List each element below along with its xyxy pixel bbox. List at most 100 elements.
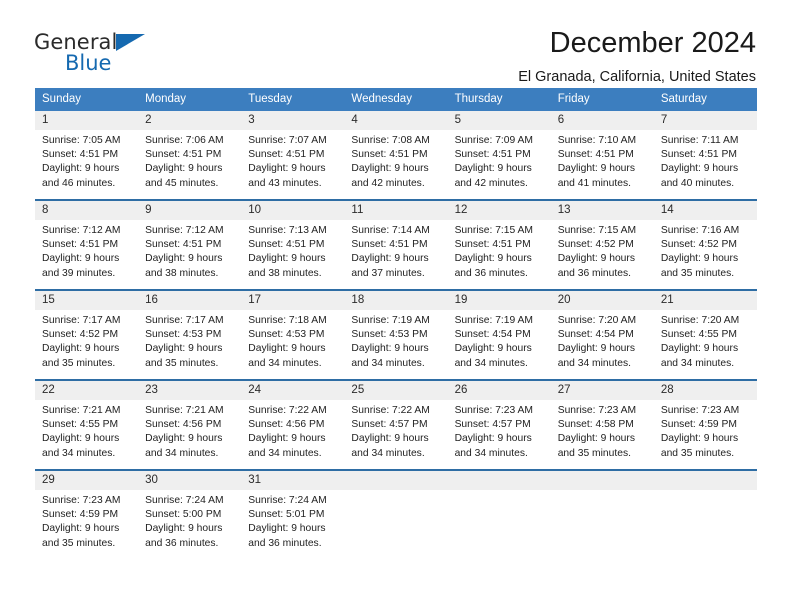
calendar-day[interactable]: 25 Sunrise: 7:22 AM Sunset: 4:57 PM Dayligh… [344,381,448,469]
calendar-day[interactable]: 22 Sunrise: 7:21 AM Sunset: 4:55 PM Dayligh… [35,381,139,469]
calendar-day[interactable]: 8 Sunrise: 7:12 AM Sunset: 4:51 PM Daylight… [35,201,139,289]
day-details: Sunrise: 7:11 AM Sunset: 4:51 PM Daylight:… [654,130,757,191]
calendar-day[interactable]: 20 Sunrise: 7:20 AM Sunset: 4:54 PM Dayligh… [550,291,654,379]
calendar-week-row: 1 Sunrise: 7:05 AM Sunset: 4:51 PM Daylight… [35,111,757,200]
sunrise-time: Sunrise: 7:21 AM [42,405,121,416]
calendar-day[interactable]: 3 Sunrise: 7:07 AM Sunset: 4:51 PM Daylight… [241,111,345,199]
day-details: Sunrise: 7:24 AM Sunset: 5:01 PM Daylight:… [241,490,344,551]
general-blue-logo[interactable]: General Blue [34,28,164,78]
sunset-time: Sunset: 4:59 PM [42,509,119,521]
calendar-day[interactable]: 21 Sunrise: 7:20 AM Sunset: 4:55 PM Dayligh… [653,291,757,379]
calendar-day[interactable]: 5 Sunrise: 7:09 AM Sunset: 4:51 PM Daylight… [447,111,551,199]
daylight-line-1: Daylight: 9 hours [557,343,635,355]
calendar-cell: 17 Sunrise: 7:18 AM Sunset: 4:53 PM Dayligh… [241,289,345,380]
daylight-line-2: and 39 minutes. [42,267,116,279]
day-number: 5 [447,111,551,130]
calendar-day[interactable]: 31 Sunrise: 7:24 AM Sunset: 5:01 PM Dayligh… [241,471,345,559]
day-details: Sunrise: 7:08 AM Sunset: 4:51 PM Daylight:… [344,130,447,191]
calendar-day[interactable]: 19 Sunrise: 7:19 AM Sunset: 4:54 PM Dayligh… [447,291,551,379]
calendar-day[interactable]: 11 Sunrise: 7:14 AM Sunset: 4:51 PM Dayligh… [344,201,448,289]
calendar-cell [447,469,551,559]
sunrise-time: Sunrise: 7:24 AM [248,495,327,506]
calendar-day[interactable]: 17 Sunrise: 7:18 AM Sunset: 4:53 PM Dayligh… [241,291,345,379]
day-details: Sunrise: 7:12 AM Sunset: 4:51 PM Daylight:… [35,220,138,281]
calendar-day[interactable]: 4 Sunrise: 7:08 AM Sunset: 4:51 PM Daylight… [344,111,448,199]
sunrise-time: Sunrise: 7:22 AM [248,405,327,416]
calendar-day[interactable]: 24 Sunrise: 7:22 AM Sunset: 4:56 PM Dayligh… [241,381,345,469]
calendar-page: General Blue December 2024 El Granada, C… [0,0,792,612]
sunrise-time: Sunrise: 7:14 AM [351,225,430,236]
sunset-time: Sunset: 4:51 PM [660,149,737,161]
calendar-day[interactable]: 9 Sunrise: 7:12 AM Sunset: 4:51 PM Daylight… [138,201,242,289]
day-details: Sunrise: 7:14 AM Sunset: 4:51 PM Daylight:… [344,220,447,281]
calendar-day[interactable]: 6 Sunrise: 7:10 AM Sunset: 4:51 PM Daylight… [550,111,654,199]
sunset-time: Sunset: 4:51 PM [145,239,222,251]
daylight-line-1: Daylight: 9 hours [660,163,739,175]
day-details: Sunrise: 7:23 AM Sunset: 4:59 PM Daylight:… [35,490,138,551]
day-details: Sunrise: 7:19 AM Sunset: 4:53 PM Daylight:… [344,310,447,371]
day-details: Sunrise: 7:15 AM Sunset: 4:52 PM Daylight:… [551,220,654,281]
calendar-day[interactable]: 2 Sunrise: 7:06 AM Sunset: 4:51 PM Daylight… [138,111,242,199]
sunrise-time: Sunrise: 7:15 AM [454,225,533,236]
page-title: December 2024 [549,27,756,59]
calendar-body: 1 Sunrise: 7:05 AM Sunset: 4:51 PM Daylight… [35,111,757,559]
calendar-day[interactable]: 27 Sunrise: 7:23 AM Sunset: 4:58 PM Dayligh… [550,381,654,469]
sunset-time: Sunset: 4:51 PM [248,149,325,161]
calendar-day[interactable]: 16 Sunrise: 7:17 AM Sunset: 4:53 PM Dayligh… [138,291,242,379]
calendar-day[interactable]: 14 Sunrise: 7:16 AM Sunset: 4:52 PM Dayligh… [653,201,757,289]
daylight-line-2: and 34 minutes. [454,357,528,369]
daylight-line-1: Daylight: 9 hours [248,523,326,535]
calendar-day[interactable]: 18 Sunrise: 7:19 AM Sunset: 4:53 PM Dayligh… [344,291,448,379]
sunset-time: Sunset: 4:56 PM [248,419,325,431]
weekday-header-friday: Friday [550,88,654,111]
sunset-time: Sunset: 4:59 PM [660,419,737,431]
calendar-cell: 14 Sunrise: 7:16 AM Sunset: 4:52 PM Dayligh… [653,199,757,290]
calendar-day[interactable]: 23 Sunrise: 7:21 AM Sunset: 4:56 PM Dayligh… [138,381,242,469]
calendar-day[interactable]: 10 Sunrise: 7:13 AM Sunset: 4:51 PM Dayligh… [241,201,345,289]
calendar-cell: 24 Sunrise: 7:22 AM Sunset: 4:56 PM Dayligh… [241,379,345,470]
calendar-cell: 25 Sunrise: 7:22 AM Sunset: 4:57 PM Dayligh… [344,379,448,470]
weekday-header-thursday: Thursday [447,88,551,111]
daylight-line-1: Daylight: 9 hours [42,433,120,445]
day-number: 10 [241,201,345,220]
calendar-cell: 19 Sunrise: 7:19 AM Sunset: 4:54 PM Dayligh… [447,289,551,380]
calendar-day[interactable]: 28 Sunrise: 7:23 AM Sunset: 4:59 PM Dayligh… [653,381,757,469]
day-number: 7 [653,111,757,130]
day-details: Sunrise: 7:22 AM Sunset: 4:56 PM Daylight:… [241,400,344,461]
day-details: Sunrise: 7:10 AM Sunset: 4:51 PM Daylight:… [551,130,654,191]
calendar-cell: 3 Sunrise: 7:07 AM Sunset: 4:51 PM Daylight… [241,111,345,200]
calendar-day[interactable]: 15 Sunrise: 7:17 AM Sunset: 4:52 PM Dayligh… [35,291,139,379]
daylight-line-2: and 34 minutes. [454,447,528,459]
sunrise-time: Sunrise: 7:24 AM [145,495,224,506]
daylight-line-2: and 34 minutes. [351,447,425,459]
sunrise-time: Sunrise: 7:20 AM [660,315,740,326]
daylight-line-1: Daylight: 9 hours [351,433,429,445]
calendar-day[interactable]: 13 Sunrise: 7:15 AM Sunset: 4:52 PM Dayligh… [550,201,654,289]
sunset-time: Sunset: 4:51 PM [351,239,428,251]
sunset-time: Sunset: 4:52 PM [660,239,737,251]
daylight-line-2: and 42 minutes. [351,177,425,189]
calendar-day[interactable]: 7 Sunrise: 7:11 AM Sunset: 4:51 PM Daylight… [653,111,757,199]
calendar-day[interactable]: 12 Sunrise: 7:15 AM Sunset: 4:51 PM Dayligh… [447,201,551,289]
sunrise-time: Sunrise: 7:19 AM [351,315,430,326]
calendar-day[interactable]: 26 Sunrise: 7:23 AM Sunset: 4:57 PM Dayligh… [447,381,551,469]
day-number: 4 [344,111,448,130]
calendar-day[interactable]: 30 Sunrise: 7:24 AM Sunset: 5:00 PM Dayligh… [138,471,242,559]
day-number: 25 [344,381,448,400]
day-number: 20 [550,291,654,310]
calendar-cell: 11 Sunrise: 7:14 AM Sunset: 4:51 PM Dayligh… [344,199,448,290]
day-details: Sunrise: 7:09 AM Sunset: 4:51 PM Daylight:… [448,130,551,191]
calendar-day[interactable]: 1 Sunrise: 7:05 AM Sunset: 4:51 PM Daylight… [35,111,139,199]
calendar-cell [344,469,448,559]
calendar-week-row: 8 Sunrise: 7:12 AM Sunset: 4:51 PM Daylight… [35,199,757,290]
calendar-day[interactable]: 29 Sunrise: 7:23 AM Sunset: 4:59 PM Dayligh… [35,471,139,559]
daylight-line-2: and 36 minutes. [557,267,631,279]
triangle-logo-icon [116,34,145,51]
day-number: 18 [344,291,448,310]
daylight-line-2: and 40 minutes. [660,177,735,189]
day-details [551,490,654,494]
sunset-time: Sunset: 4:57 PM [351,419,428,431]
day-number: 22 [35,381,139,400]
calendar-day-empty [550,471,654,559]
daylight-line-1: Daylight: 9 hours [557,163,635,175]
